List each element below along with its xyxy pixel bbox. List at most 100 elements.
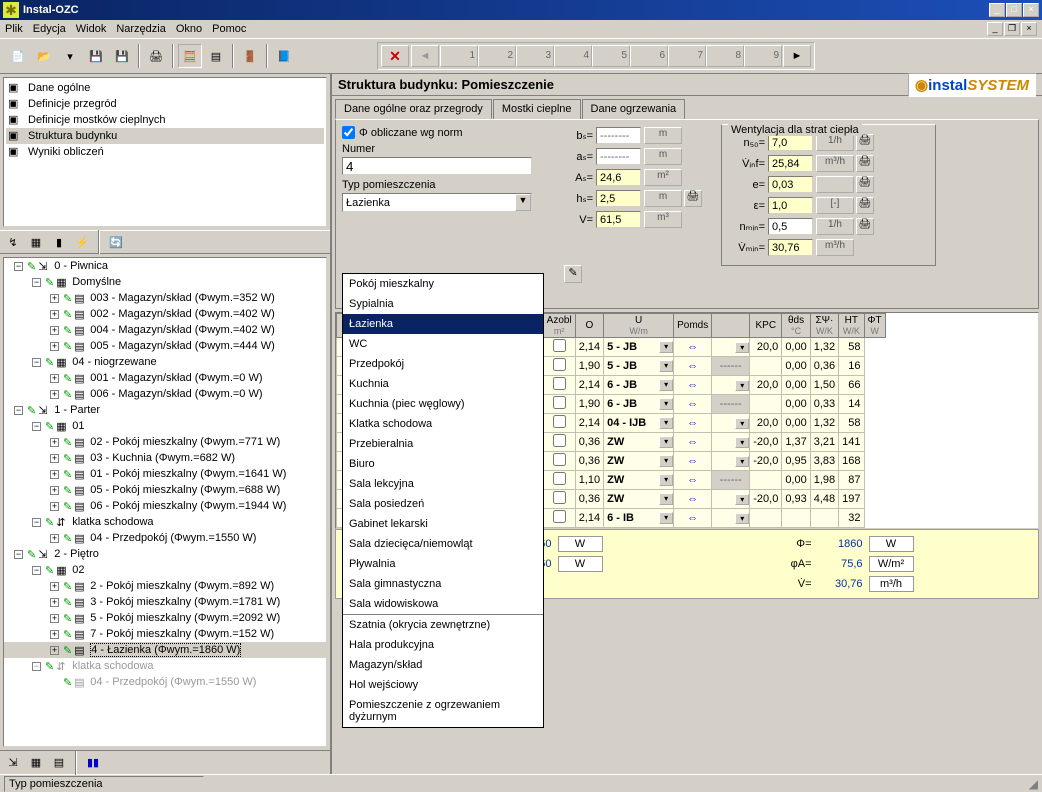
dropdown-option[interactable]: Sala posiedzeń [343,494,543,514]
resize-grip-icon[interactable]: ◢ [1029,777,1038,791]
unit-button[interactable]: m² [644,169,682,186]
expand-icon[interactable]: + [50,374,59,383]
dropdown-icon[interactable]: ▾ [659,341,673,353]
dropdown-icon[interactable]: ▾ [659,417,673,429]
room-type-dropdown[interactable]: Pokój mieszkalnySypialniaŁazienkaWCPrzed… [342,273,544,728]
dropdown-option[interactable]: Gabinet lekarski [343,514,543,534]
next-tab-icon[interactable]: ► [783,45,811,67]
expand-icon[interactable]: + [50,486,59,495]
param-input[interactable] [768,176,813,193]
tree-row[interactable]: +✎▤3 - Pokój mieszkalny (Φwym.=1781 W) [4,594,326,610]
close-button[interactable]: × [1023,3,1039,17]
diskette-icon[interactable]: 💾 [84,44,108,68]
row-checkbox2[interactable] [553,472,566,485]
box-icon[interactable]: ▦ [27,233,45,251]
expand-icon[interactable]: + [50,502,59,511]
dropdown-icon[interactable]: ▾ [659,455,673,467]
expand-icon[interactable]: − [14,262,23,271]
dropdown-option[interactable]: Klatka schodowa [343,414,543,434]
tree-row[interactable]: +✎▤004 - Magazyn/skład (Φwym.=402 W) [4,322,326,338]
row-checkbox2[interactable] [553,453,566,466]
row-checkbox2[interactable] [553,396,566,409]
printer-icon[interactable]: 🖨 [856,218,874,235]
unit-button[interactable]: m³ [644,211,682,228]
dropdown-icon[interactable]: ▾ [735,513,749,524]
nav-tree[interactable]: ▣Dane ogólne▣Definicje przegród▣Definicj… [3,77,327,227]
unit-button[interactable] [816,176,854,193]
dropdown-option[interactable]: Sala widowiskowa [343,594,543,614]
tab-2[interactable]: 2 [478,45,516,67]
expand-icon[interactable]: + [50,470,59,479]
tree-row[interactable]: +✎▤001 - Magazyn/skład (Φwym.=0 W) [4,370,326,386]
dropdown-icon[interactable]: ▾ [659,360,673,372]
expand-icon[interactable]: + [50,582,59,591]
dropdown-icon[interactable]: ▾ [659,379,673,391]
unit-button[interactable]: m³/h [816,239,854,256]
dropdown-option[interactable]: Kuchnia (piec węglowy) [343,394,543,414]
dropdown-option[interactable]: Hala produkcyjna [343,635,543,655]
maximize-button[interactable]: □ [1006,3,1022,17]
tree-row[interactable]: −✎⇲1 - Parter [4,402,326,418]
expand-icon[interactable]: − [14,406,23,415]
expand-icon[interactable]: + [50,326,59,335]
expand-icon[interactable]: + [50,342,59,351]
row-checkbox2[interactable] [553,415,566,428]
nav-item[interactable]: ▣Definicje mostków cieplnych [6,112,324,128]
grid-header[interactable]: ΣΨ·W/K [810,314,838,338]
room-type-combo[interactable]: Łazienka ▼ [342,193,532,212]
dropdown-option[interactable]: Sypialnia [343,294,543,314]
tree-row[interactable]: +✎▤04 - Przedpokój (Φwym.=1550 W) [4,530,326,546]
grid-header[interactable]: HTW/K [839,314,864,338]
refresh-icon[interactable]: 🔄 [107,233,125,251]
tab-3[interactable]: 3 [516,45,554,67]
unit-button[interactable]: m³/h [816,155,854,172]
menu-tools[interactable]: Narzędzia [116,23,166,35]
row-checkbox2[interactable] [553,491,566,504]
numer-input[interactable] [342,157,532,175]
doc-green-icon[interactable]: ▮ [50,233,68,251]
nav-item[interactable]: ▣Struktura budynku [6,128,324,144]
add-floor-icon[interactable]: ⇲ [4,754,22,772]
printer-icon[interactable]: 🖨 [856,197,874,214]
grid-header[interactable]: θds°C [782,314,810,338]
row-checkbox2[interactable] [553,510,566,523]
expand-icon[interactable]: − [32,358,41,367]
dropdown-icon[interactable]: ▾ [659,436,673,448]
dropdown-icon[interactable]: ▾ [735,494,749,505]
menu-help[interactable]: Pomoc [212,23,246,35]
nav-item[interactable]: ▣Wyniki obliczeń [6,144,324,160]
prev-tab-icon[interactable]: ◄ [411,45,439,67]
expand-icon[interactable]: + [50,598,59,607]
tree-row[interactable]: +✎▤2 - Pokój mieszkalny (Φwym.=892 W) [4,578,326,594]
help-icon[interactable]: 📘 [272,44,296,68]
mdi-minimize-button[interactable]: _ [987,22,1003,36]
close-tab-icon[interactable]: ✕ [381,45,409,67]
expand-icon[interactable]: − [32,518,41,527]
tree-row[interactable]: −✎▦04 - niogrzewane [4,354,326,370]
new-icon[interactable]: 📄 [6,44,30,68]
tree-row[interactable]: +✎▤002 - Magazyn/skład (Φwym.=402 W) [4,306,326,322]
grid-header[interactable]: ΦTW [864,314,885,338]
tree-row[interactable]: +✎▤005 - Magazyn/skład (Φwym.=444 W) [4,338,326,354]
dropdown-option[interactable]: Pływalnia [343,554,543,574]
param-input[interactable] [768,155,813,172]
calculator-icon[interactable]: 🧮 [178,44,202,68]
minimize-button[interactable]: _ [989,3,1005,17]
dropdown-icon[interactable]: ▾ [659,493,673,505]
dropdown-icon[interactable]: ▾ [659,398,673,410]
open-icon[interactable]: 📂 [32,44,56,68]
dropdown-option[interactable]: Sala gimnastyczna [343,574,543,594]
expand-icon[interactable]: + [50,534,59,543]
expand-icon[interactable]: − [32,662,41,671]
tab-1[interactable]: 1 [440,45,478,67]
expand-icon[interactable]: + [50,630,59,639]
unit-button[interactable]: 1/h [816,134,854,151]
tree-row[interactable]: +✎▤7 - Pokój mieszkalny (Φwym.=152 W) [4,626,326,642]
expand-icon[interactable]: − [32,278,41,287]
unit-button[interactable]: m [644,127,682,144]
menu-window[interactable]: Okno [176,23,202,35]
nav-item[interactable]: ▣Dane ogólne [6,80,324,96]
menu-view[interactable]: Widok [76,23,107,35]
nav-item[interactable]: ▣Definicje przegród [6,96,324,112]
tree-row[interactable]: +✎▤4 - Łazienka (Φwym.=1860 W) [4,642,326,658]
